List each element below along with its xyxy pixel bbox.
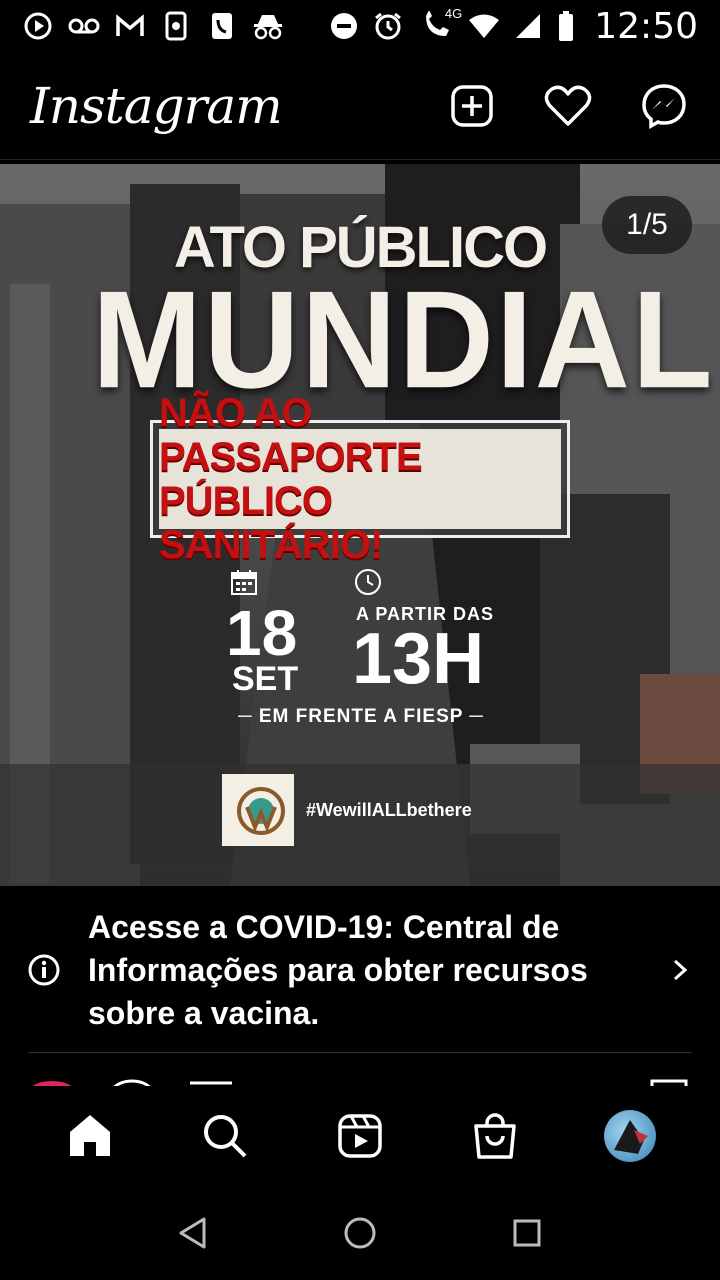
wifi-icon	[468, 10, 500, 42]
poster-hashtag: #WewillALLbethere	[306, 800, 472, 820]
home-button[interactable]	[340, 1213, 380, 1253]
nav-home[interactable]	[60, 1106, 120, 1166]
signal-icon	[512, 10, 544, 42]
search-icon	[203, 1115, 247, 1158]
calendar-icon	[231, 570, 257, 595]
gmail-icon	[114, 10, 146, 42]
clock-icon	[355, 569, 381, 595]
covid-info-banner[interactable]: Acesse a COVID-19: Central de Informaçõe…	[0, 888, 720, 1052]
dnd-icon	[328, 10, 360, 42]
new-post-icon	[451, 84, 493, 127]
home-circle-icon	[344, 1217, 376, 1249]
poster-banner-line1: NÃO AO PASSAPORTE	[159, 391, 423, 479]
post-actions-peek	[0, 1076, 720, 1086]
reels-icon	[338, 1114, 382, 1158]
activity-button[interactable]	[542, 80, 594, 132]
post-image[interactable]: 1/5 ATO PÚBLICO MUNDIAL NÃO AO PASSAPORT…	[0, 164, 720, 886]
divider	[28, 1052, 692, 1053]
bottom-navigation	[0, 1086, 720, 1186]
nav-profile[interactable]	[600, 1106, 660, 1166]
home-icon	[69, 1115, 110, 1156]
chevron-right-icon	[673, 959, 688, 981]
network-label: 4G	[444, 6, 463, 21]
nav-search[interactable]	[195, 1106, 255, 1166]
poster-banner-line2: PÚBLICO SANITÁRIO!	[159, 479, 383, 567]
recents-icon	[513, 1219, 541, 1247]
battery-icon	[556, 10, 576, 42]
call-icon	[206, 10, 238, 42]
voicemail-icon	[68, 10, 100, 42]
nav-reels[interactable]	[330, 1106, 390, 1166]
poster-banner: NÃO AO PASSAPORTE PÚBLICO SANITÁRIO!	[150, 391, 570, 567]
event-month: SET	[232, 660, 299, 698]
back-icon	[179, 1217, 206, 1249]
event-hour: 13H	[352, 619, 485, 699]
heart-icon	[544, 85, 592, 126]
clock: 12:50	[594, 5, 698, 47]
instagram-logo[interactable]: Instagram	[30, 77, 283, 135]
info-icon	[28, 954, 60, 986]
profile-avatar	[604, 1110, 657, 1162]
event-place: ─ EM FRENTE A FIESP ─	[238, 706, 484, 727]
new-post-button[interactable]	[446, 80, 498, 132]
phone-sync-icon	[160, 10, 192, 42]
incognito-icon	[252, 10, 284, 42]
system-navigation	[0, 1186, 720, 1280]
wifi-call-icon: 4G	[416, 6, 462, 42]
covid-info-text: Acesse a COVID-19: Central de Informaçõe…	[88, 908, 588, 1031]
app-header: Instagram	[0, 52, 720, 160]
nav-shop[interactable]	[465, 1106, 525, 1166]
messenger-button[interactable]	[638, 80, 690, 132]
recents-button[interactable]	[507, 1213, 547, 1253]
shop-icon	[474, 1113, 516, 1159]
messenger-icon	[642, 83, 686, 129]
back-button[interactable]	[173, 1213, 213, 1253]
alarm-icon	[372, 10, 404, 42]
status-bar: 4G 12:50	[0, 0, 720, 52]
world-wide-rally-logo	[222, 774, 294, 846]
event-day: 18	[226, 597, 298, 669]
media-icon	[22, 10, 54, 42]
